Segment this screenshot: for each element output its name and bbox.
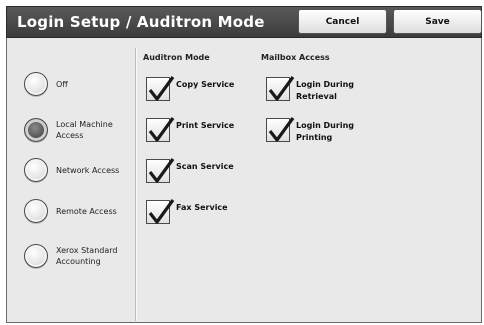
radio-label: Xerox Standard Accounting [56, 246, 118, 266]
check-label: Login During Printing [296, 121, 354, 142]
radio-option-network-access[interactable]: Network Access [24, 158, 119, 182]
check-label: Scan Service [176, 162, 234, 171]
checkbox[interactable] [146, 158, 175, 183]
radio-option-off[interactable]: Off [24, 72, 68, 96]
radio-button[interactable] [24, 199, 48, 223]
check-label: Print Service [176, 121, 235, 130]
radio-button[interactable] [24, 72, 48, 96]
checkmark-icon [148, 158, 175, 183]
checkbox-scan-service[interactable]: Scan Service [146, 158, 234, 183]
mailbox-access-header: Mailbox Access [261, 53, 330, 62]
column-divider [135, 48, 137, 321]
radio-label: Remote Access [56, 206, 117, 216]
auditron-mode-header: Auditron Mode [143, 53, 210, 62]
checkmark-icon [148, 76, 175, 101]
checkbox[interactable] [146, 199, 175, 224]
radio-button[interactable] [24, 158, 48, 182]
checkmark-icon [268, 76, 295, 101]
radio-option-local-machine-access[interactable]: Local Machine Access [24, 118, 136, 142]
check-label: Fax Service [176, 203, 228, 212]
check-label: Copy Service [176, 80, 235, 89]
checkbox[interactable] [266, 117, 295, 142]
radio-button[interactable] [24, 244, 48, 268]
checkbox[interactable] [266, 76, 295, 101]
checkbox-copy-service[interactable]: Copy Service [146, 76, 235, 101]
page-title: Login Setup / Auditron Mode [17, 13, 265, 31]
checkbox[interactable] [146, 76, 175, 101]
checkbox-print-service[interactable]: Print Service [146, 117, 235, 142]
radio-label: Off [56, 79, 68, 89]
radio-label: Local Machine Access [56, 120, 113, 140]
check-label: Login During Retrieval [296, 80, 354, 101]
radio-option-xerox-standard-accounting[interactable]: Xerox Standard Accounting [24, 244, 136, 268]
radio-button-selected[interactable] [24, 118, 48, 142]
radio-label: Network Access [56, 165, 120, 175]
radio-option-remote-access[interactable]: Remote Access [24, 199, 117, 223]
checkmark-icon [268, 117, 295, 142]
checkmark-icon [148, 117, 175, 142]
checkbox-login-during-retrieval[interactable]: Login During Retrieval [266, 76, 358, 103]
cancel-button[interactable]: Cancel [298, 9, 387, 34]
checkmark-icon [148, 199, 175, 224]
save-button[interactable]: Save [393, 9, 482, 34]
checkbox[interactable] [146, 117, 175, 142]
checkbox-fax-service[interactable]: Fax Service [146, 199, 228, 224]
checkbox-login-during-printing[interactable]: Login During Printing [266, 117, 358, 144]
